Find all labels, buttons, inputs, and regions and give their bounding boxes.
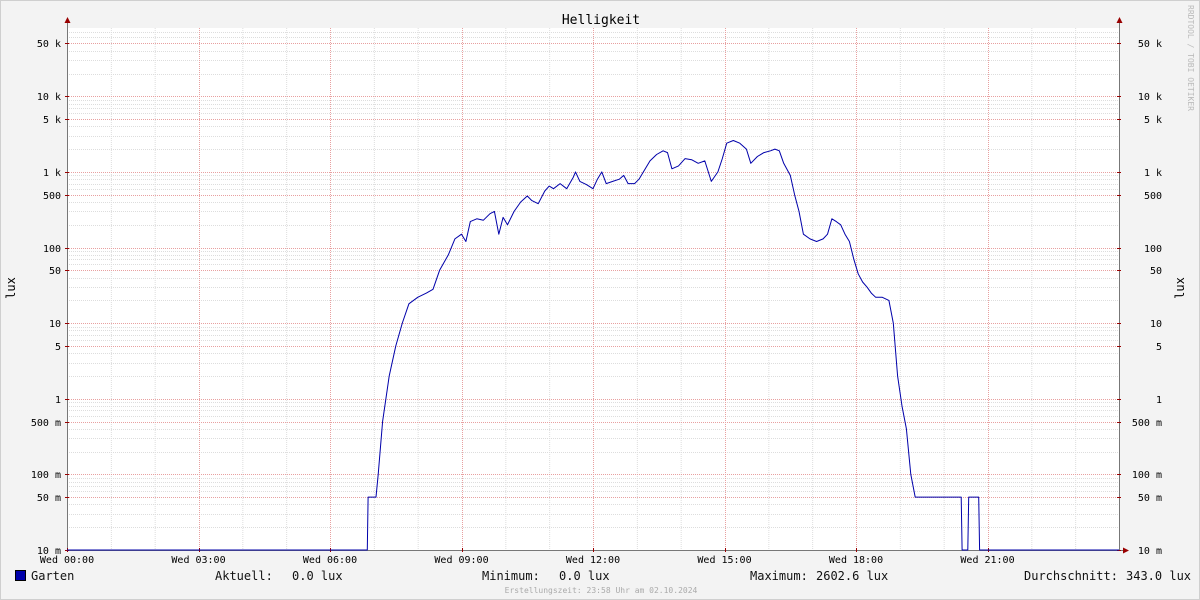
y-tick-label: 5 — [55, 342, 61, 353]
maximum-value: 2602.6 lux — [816, 569, 889, 583]
y-axis-label-left: lux — [4, 277, 18, 299]
y-tick-label: 50 m — [37, 493, 61, 504]
minimum-value: 0.0 lux — [559, 569, 610, 583]
y-axis-right-arrow — [1116, 17, 1123, 23]
creation-timestamp: Erstellungszeit: 23:58 Uhr am 02.10.2024 — [504, 586, 698, 595]
y-tick-label: 50 k — [37, 39, 61, 50]
y-tick-label: 50 — [49, 266, 61, 277]
brightness-chart: 50 k 10 k 5 k 1 k 500 100 50 10 5 1 500 m 100 m 50 m… — [4, 5, 1195, 566]
y-tick-label: 500 m — [31, 418, 61, 429]
y-tick-label: 5 k — [1144, 115, 1162, 126]
y-tick-label: 10 k — [37, 92, 61, 103]
y-tick-label: 100 m — [31, 470, 61, 481]
x-tick-label: Wed 15:00 — [697, 555, 751, 566]
y-tick-label: 500 — [1144, 191, 1162, 202]
current-label: Aktuell: — [215, 569, 273, 583]
average-label: Durchschnitt: — [1024, 569, 1118, 583]
y-tick-label: 5 — [1156, 342, 1162, 353]
y-tick-label: 10 m — [1138, 546, 1162, 557]
minimum-label: Minimum: — [482, 569, 540, 583]
y-axis-label-right: lux — [1173, 277, 1187, 299]
y-axis-left-arrow — [64, 17, 71, 23]
x-axis-arrow — [1123, 547, 1129, 554]
y-tick-labels-right: 50 k 10 k 5 k 1 k 500 100 50 10 5 1 500 m 100 m 50 m… — [1132, 39, 1162, 557]
y-tick-label: 500 — [43, 191, 61, 202]
grid-layer — [67, 28, 1119, 550]
y-tick-label: 1 k — [43, 168, 61, 179]
y-tick-label: 10 — [1150, 319, 1162, 330]
x-tick-label: Wed 03:00 — [171, 555, 225, 566]
maximum-label: Maximum: — [750, 569, 808, 583]
x-tick-label: Wed 06:00 — [303, 555, 357, 566]
graph-frame: 50 k 10 k 5 k 1 k 500 100 50 10 5 1 500 m 100 m 50 m… — [0, 0, 1200, 600]
y-tick-label: 50 k — [1138, 39, 1162, 50]
x-tick-label: Wed 21:00 — [960, 555, 1014, 566]
y-tick-label: 50 m — [1138, 493, 1162, 504]
y-tick-label: 1 — [1156, 395, 1162, 406]
y-tick-label: 10 — [49, 319, 61, 330]
y-tick-label: 1 k — [1144, 168, 1162, 179]
x-tick-label: Wed 12:00 — [566, 555, 620, 566]
y-tick-labels-left: 50 k 10 k 5 k 1 k 500 100 50 10 5 1 500 m 100 m 50 m… — [31, 39, 61, 557]
current-value: 0.0 lux — [292, 569, 343, 583]
y-tick-label: 100 — [1144, 244, 1162, 255]
rrdtool-watermark: RRDTOOL / TOBI OETIKER — [1186, 5, 1195, 111]
x-tick-label: Wed 18:00 — [829, 555, 883, 566]
legend-swatch — [15, 570, 26, 581]
y-tick-label: 5 k — [43, 115, 61, 126]
y-tick-label: 10 k — [1138, 92, 1162, 103]
y-tick-label: 50 — [1150, 266, 1162, 277]
chart-title: Helligkeit — [562, 13, 640, 28]
x-tick-labels: Wed 00:00 Wed 03:00 Wed 06:00 Wed 09:00 Wed … — [40, 555, 1015, 566]
y-tick-label: 1 — [55, 395, 61, 406]
y-tick-label: 100 — [43, 244, 61, 255]
x-tick-label: Wed 00:00 — [40, 555, 94, 566]
y-tick-label: 500 m — [1132, 418, 1162, 429]
average-value: 343.0 lux — [1126, 569, 1192, 583]
y-tick-label: 100 m — [1132, 470, 1162, 481]
legend-series-name: Garten — [31, 569, 75, 583]
x-tick-label: Wed 09:00 — [434, 555, 488, 566]
